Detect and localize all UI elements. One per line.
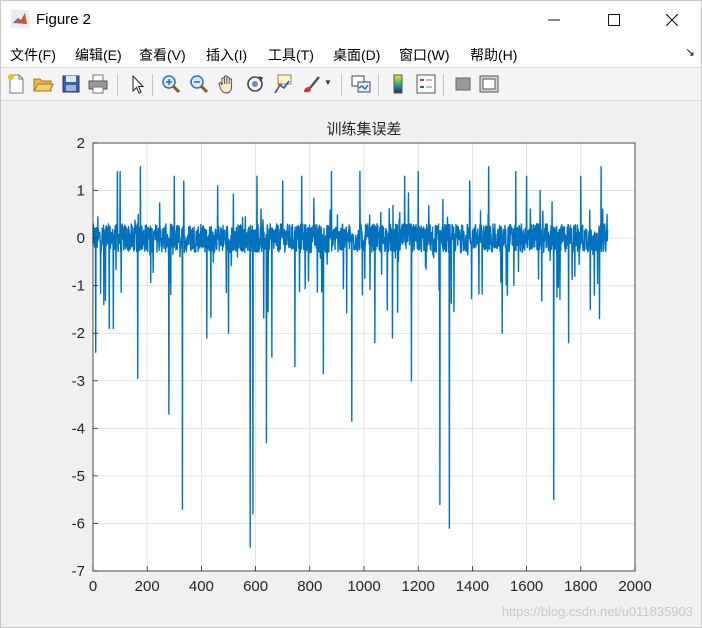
legend-icon[interactable]	[415, 73, 437, 95]
open-file-icon[interactable]	[32, 73, 54, 95]
hide-plot-tools-icon[interactable]	[452, 73, 474, 95]
toolbar-separator	[378, 74, 379, 96]
menu-insert[interactable]: 插入(I)	[206, 45, 247, 65]
x-tick-label: 1200	[402, 578, 435, 595]
link-plot-icon[interactable]	[350, 73, 372, 95]
toolbar-separator	[117, 74, 118, 96]
pan-hand-icon[interactable]	[216, 73, 238, 95]
dock-figure-icon[interactable]: ↘	[685, 45, 695, 59]
menu-help[interactable]: 帮助(H)	[470, 45, 517, 65]
x-tick-label: 600	[243, 578, 268, 595]
toolbar-separator	[341, 74, 342, 96]
zoom-in-icon[interactable]	[160, 73, 182, 95]
chart-svg[interactable]: 0 200 400 600 800 1000 1200 1400 1600 1800 2000 2 1 0…	[1, 101, 701, 627]
data-cursor-icon[interactable]	[272, 73, 294, 95]
y-tick-label: 1	[77, 183, 85, 200]
maximize-button[interactable]	[591, 1, 637, 39]
zoom-out-icon[interactable]	[188, 73, 210, 95]
close-icon	[666, 14, 678, 26]
window-title: Figure 2	[36, 11, 92, 28]
y-tick-label: -1	[72, 278, 85, 295]
menu-tools[interactable]: 工具(T)	[268, 45, 314, 65]
menu-view[interactable]: 查看(V)	[139, 45, 186, 65]
x-tick-label: 1400	[456, 578, 489, 595]
x-tick-label: 1000	[347, 578, 380, 595]
x-tick-label: 400	[189, 578, 214, 595]
y-tick-label: -4	[72, 420, 85, 437]
save-icon[interactable]	[60, 73, 82, 95]
figure-window: Figure 2 文件(F) 编辑(E) 查看(V) 插入(I) 工具(T) 桌…	[0, 0, 702, 628]
menu-edit[interactable]: 编辑(E)	[75, 45, 122, 65]
y-tick-label: -7	[72, 563, 85, 580]
menu-desktop[interactable]: 桌面(D)	[333, 45, 380, 65]
menu-window[interactable]: 窗口(W)	[399, 45, 450, 65]
print-icon[interactable]	[87, 73, 109, 95]
y-tick-label: -2	[72, 325, 85, 342]
brush-dropdown-icon[interactable]: ▼	[324, 78, 332, 87]
close-button[interactable]	[649, 1, 695, 39]
x-tick-label: 0	[89, 578, 97, 595]
menu-bar: 文件(F) 编辑(E) 查看(V) 插入(I) 工具(T) 桌面(D) 窗口(W…	[1, 39, 701, 67]
maximize-icon	[608, 14, 620, 26]
x-tick-label: 1800	[564, 578, 597, 595]
toolbar-separator	[443, 74, 444, 96]
show-plot-tools-icon[interactable]	[478, 73, 500, 95]
menu-file[interactable]: 文件(F)	[10, 45, 56, 65]
rotate-3d-icon[interactable]	[244, 73, 266, 95]
x-tick-label: 200	[135, 578, 160, 595]
y-tick-label: -3	[72, 373, 85, 390]
y-tick-label: -6	[72, 515, 85, 532]
y-tick-label: 0	[77, 230, 85, 247]
minimize-icon	[548, 19, 560, 21]
title-bar: Figure 2	[1, 1, 701, 39]
watermark-text: https://blog.csdn.net/u011835903	[501, 604, 693, 619]
select-arrow-icon[interactable]	[126, 73, 148, 95]
x-tick-label: 2000	[618, 578, 651, 595]
minimize-button[interactable]	[531, 1, 577, 39]
y-tick-label: -5	[72, 468, 85, 485]
y-tick-label: 2	[77, 135, 85, 152]
new-figure-icon[interactable]	[5, 73, 27, 95]
colorbar-icon[interactable]	[387, 73, 409, 95]
x-tick-label: 1600	[510, 578, 543, 595]
toolbar-separator	[152, 74, 153, 96]
x-tick-label: 800	[297, 578, 322, 595]
brush-icon[interactable]	[300, 73, 322, 95]
chart-title: 训练集误差	[326, 120, 401, 138]
matlab-logo-icon	[11, 10, 29, 28]
figure-toolbar: ▼	[1, 67, 701, 101]
figure-canvas: 0 200 400 600 800 1000 1200 1400 1600 1800 2000 2 1 0…	[1, 101, 701, 627]
